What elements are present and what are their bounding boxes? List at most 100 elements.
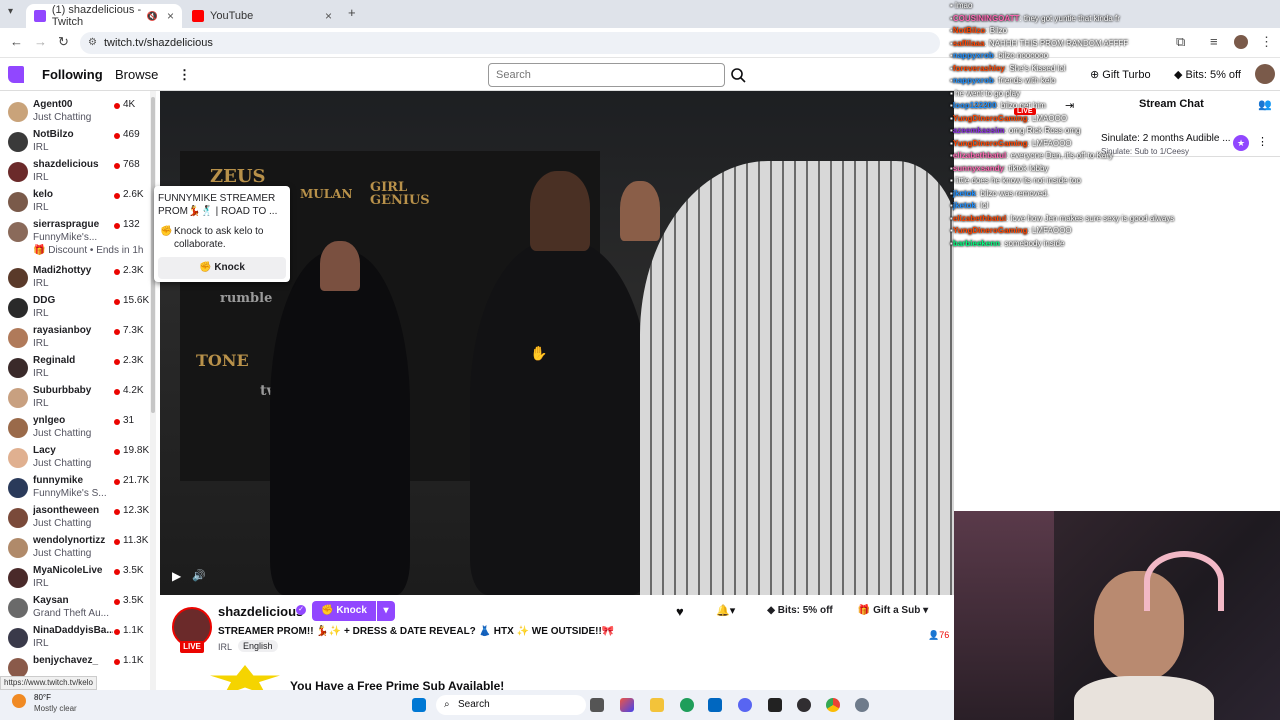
sidebar-channel-6[interactable]: DDG IRL 15.6K	[0, 295, 150, 325]
edge-icon[interactable]	[680, 698, 694, 712]
search-input[interactable]	[488, 63, 725, 87]
sidebar-channel-7[interactable]: rayasianboy IRL 7.3K	[0, 325, 150, 355]
sidebar-channel-9[interactable]: Suburbbaby IRL 4.2K	[0, 385, 150, 415]
close-tab-icon[interactable]: ×	[325, 9, 332, 23]
twitch-favicon-icon	[34, 10, 46, 22]
chat-username: loop122200	[952, 101, 997, 110]
settings-gear-icon[interactable]	[855, 698, 869, 712]
task-view-icon[interactable]	[590, 698, 604, 712]
windows-start-icon[interactable]	[412, 698, 426, 712]
follow-heart-icon[interactable]: ♥	[676, 604, 684, 619]
chat-overlay-line: ▪jketok: lol	[950, 200, 1280, 213]
sidebar-channel-4[interactable]: sierrasprague FunnyMike's... 132 🎁 Discount…	[0, 219, 150, 265]
channel-avatar	[8, 388, 28, 408]
reload-icon[interactable]: ↻	[58, 34, 69, 50]
chrome-icon[interactable]	[826, 698, 840, 712]
sidebar-channel-12[interactable]: funnymike FunnyMike's S... 21.7K	[0, 475, 150, 505]
store-icon[interactable]	[708, 698, 722, 712]
file-explorer-icon[interactable]	[650, 698, 664, 712]
new-tab-icon[interactable]: +	[348, 5, 356, 20]
copilot-icon[interactable]	[620, 698, 634, 712]
headphones-icon	[1144, 551, 1224, 611]
twitch-logo-icon[interactable]	[8, 66, 24, 83]
person-silhouette	[270, 251, 410, 595]
chat-message: lol	[980, 201, 989, 210]
channel-name: Agent00	[33, 99, 73, 110]
bits-discount-button[interactable]: ◆ Bits: 5% off	[760, 601, 840, 621]
live-dot-icon	[114, 509, 120, 515]
site-info-icon[interactable]: ⚙	[88, 32, 97, 54]
capcut-icon[interactable]	[768, 698, 782, 712]
webcam-background	[954, 511, 1054, 720]
chat-overlay-line: ▪YungDineroGaming: LMAOOO	[950, 113, 1280, 126]
channel-category: IRL	[33, 278, 49, 289]
chat-overlay-line: ▪saflilaaa: NAHHH THIS PROM RANDOM AFFFF	[950, 38, 1280, 51]
sidebar-channel-11[interactable]: Lacy Just Chatting 19.8K	[0, 445, 150, 475]
tab-youtube[interactable]: YouTube ×	[184, 4, 340, 28]
video-player[interactable]: ZEUS MULAN GIRL GENIUS TONE rumble twitc…	[160, 91, 954, 595]
sidebar-channel-0[interactable]: Agent00 Just Chatting 4K	[0, 99, 150, 129]
chat-overlay-line: ▪loop122200: bilzo get him	[950, 100, 1280, 113]
taskbar-search-label: Search	[458, 699, 490, 710]
channel-category: IRL	[33, 578, 49, 589]
live-dot-icon	[114, 299, 120, 305]
channel-name: Reginald	[33, 355, 76, 366]
notification-bell-icon[interactable]: 🔔▾	[716, 604, 735, 617]
discord-icon[interactable]	[738, 698, 752, 712]
viewer-count: 12.3K	[123, 505, 150, 516]
back-icon[interactable]: ←	[10, 34, 23, 49]
sidebar-channel-15[interactable]: MyaNicoleLive IRL 3.5K	[0, 565, 150, 595]
viewer-count: 1.1K	[123, 655, 144, 666]
sidebar-channel-13[interactable]: jasontheween Just Chatting 12.3K	[0, 505, 150, 535]
channel-name: MyaNicoleLive	[33, 565, 103, 576]
sidebar-channel-17[interactable]: NinaDaddyisBa... IRL 1.1K	[0, 625, 150, 655]
chat-overlay-line: ▪YungDineroGaming: LMFAOOO	[950, 138, 1280, 151]
sidebar-channel-1[interactable]: NotBilzo IRL 469	[0, 129, 150, 159]
verified-icon: ✓	[296, 605, 306, 615]
tab-list-icon[interactable]: ▾	[8, 6, 13, 17]
live-dot-icon	[114, 599, 120, 605]
person-head	[320, 241, 360, 291]
search-button[interactable]	[727, 63, 749, 87]
more-menu-icon[interactable]: ⋮	[178, 67, 191, 83]
nav-following[interactable]: Following	[42, 67, 103, 82]
forward-icon[interactable]: →	[34, 34, 47, 49]
channel-category: Just Chatting	[33, 112, 92, 123]
mute-tab-icon[interactable]: 🔇	[147, 11, 158, 22]
chat-username: YungDineroGaming	[952, 226, 1028, 235]
popup-knock-button[interactable]: ✊ Knock	[158, 257, 286, 279]
channel-category: IRL	[33, 202, 49, 213]
sidebar-channel-5[interactable]: Madi2hottyy IRL 2.3K	[0, 265, 150, 295]
channel-avatar	[8, 358, 28, 378]
volume-icon[interactable]: 🔊	[192, 569, 206, 582]
weather-temp: 80°F	[34, 693, 51, 702]
url-field[interactable]: ⚙ twitch.tv/shazdelicious	[80, 32, 940, 54]
sidebar-channel-10[interactable]: ynlgeo Just Chatting 31	[0, 415, 150, 445]
sidebar-channel-8[interactable]: Reginald IRL 2.3K	[0, 355, 150, 385]
tag-irl[interactable]: IRL	[218, 642, 232, 652]
knock-button[interactable]: ✊ Knock	[312, 601, 376, 621]
sidebar-channel-16[interactable]: Kaysan Grand Theft Au... 3.5K	[0, 595, 150, 625]
channel-extra: 🎁 Discount • Ends in 1h	[33, 245, 143, 256]
viewer-count: 31	[123, 415, 135, 426]
tag-english[interactable]: English	[238, 640, 278, 652]
sidebar-channel-14[interactable]: wendolynortizz Just Chatting 11.3K	[0, 535, 150, 565]
channel-avatar	[8, 508, 28, 528]
obs-icon[interactable]	[797, 698, 811, 712]
chat-overlay-line: ▪foreverashley: She's Kissed lol	[950, 63, 1280, 76]
chat-username: jketok	[952, 201, 976, 210]
play-button-icon[interactable]: ▶	[172, 569, 181, 583]
streamer-name[interactable]: shazdelicious	[218, 604, 303, 619]
sidebar-channel-3[interactable]: kelo IRL 2.6K	[0, 189, 150, 219]
knock-dropdown-chevron-icon[interactable]: ▾	[377, 601, 395, 621]
channel-extra-text: Discount • Ends in 1h	[48, 245, 144, 256]
weather-icon[interactable]	[12, 694, 26, 708]
nav-browse[interactable]: Browse	[115, 67, 158, 82]
taskbar-search[interactable]: ⌕ Search	[436, 695, 586, 715]
gift-sub-button[interactable]: 🎁 Gift a Sub ▾	[850, 601, 936, 621]
search-icon	[731, 68, 746, 83]
close-tab-icon[interactable]: ×	[167, 9, 174, 23]
sidebar-channel-2[interactable]: shazdelicious IRL 768	[0, 159, 150, 189]
chat-username: COUSININGOATT	[952, 13, 1020, 23]
tab-twitch[interactable]: (1) shazdelicious - Twitch 🔇 ×	[26, 4, 182, 28]
